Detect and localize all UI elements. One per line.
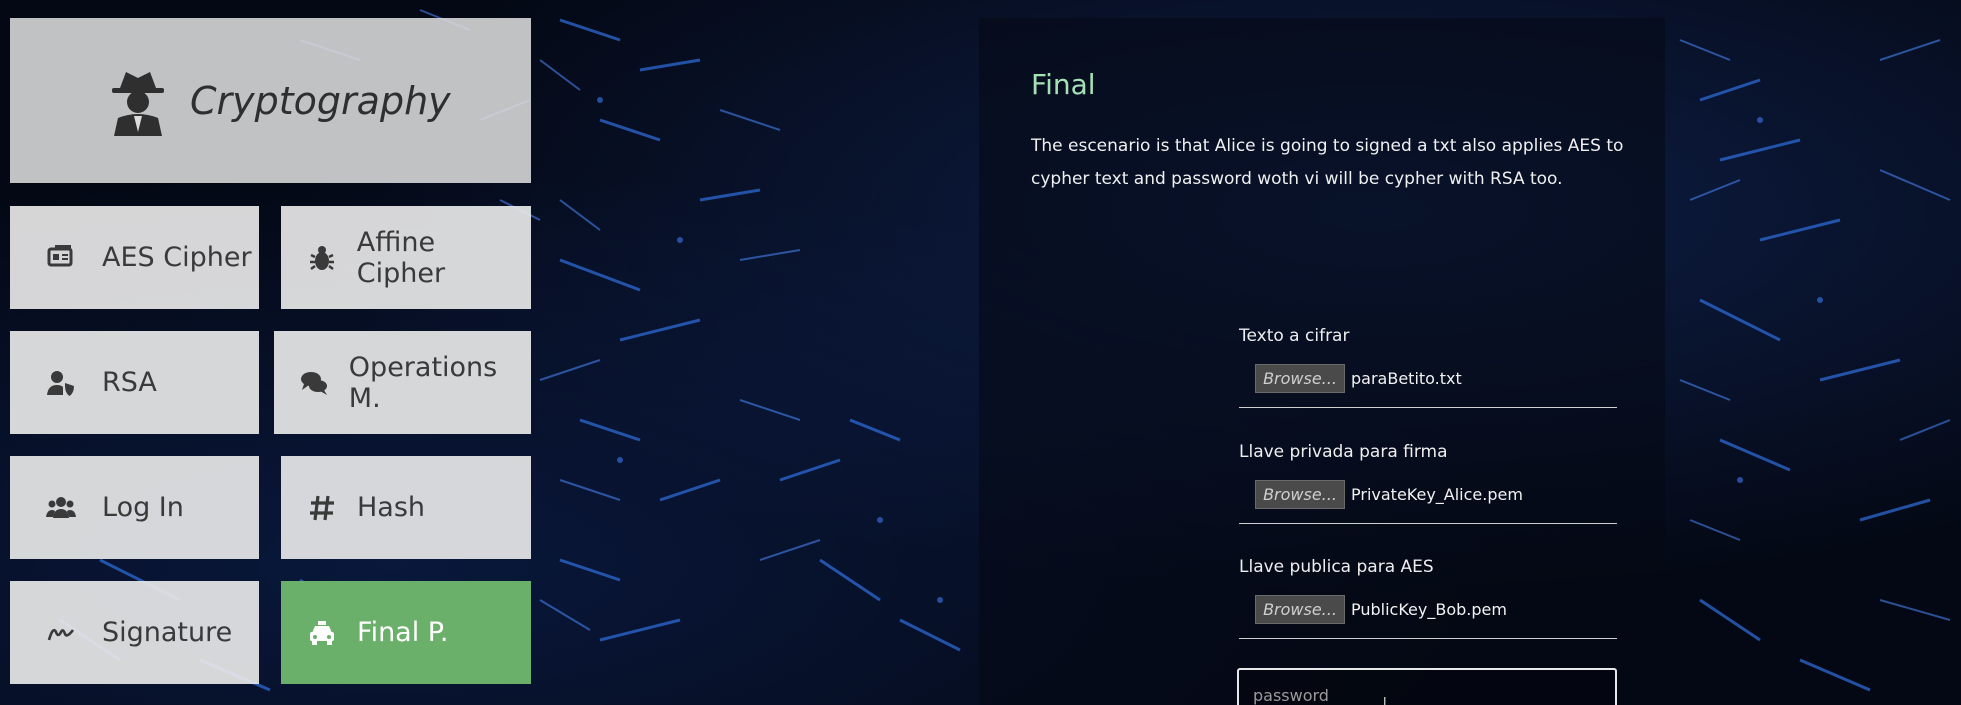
- browse-button[interactable]: Browse...: [1255, 595, 1345, 624]
- field-label: Llave publica para AES: [1239, 557, 1434, 577]
- menu-item-label: AES Cipher: [102, 242, 252, 273]
- menu-item-label: Operations M.: [348, 351, 498, 414]
- public-key-field: Llave publica para AES Browse... PublicK…: [1239, 557, 1617, 639]
- menu-item-label: Hash: [357, 492, 426, 523]
- selected-file-name: paraBetito.txt: [1351, 369, 1462, 388]
- app-title: Cryptography: [190, 78, 451, 123]
- taxi-icon: [305, 616, 339, 650]
- bug-icon: [305, 241, 339, 275]
- menu-item-log-in[interactable]: Log In: [10, 456, 259, 559]
- menu-item-label: Affine Cipher: [356, 226, 446, 289]
- field-divider: [1239, 638, 1617, 639]
- signature-icon: [44, 616, 78, 650]
- selected-file-name: PrivateKey_Alice.pem: [1351, 485, 1523, 504]
- menu-item-signature[interactable]: Signature: [10, 581, 259, 684]
- field-label: Llave privada para firma: [1239, 442, 1448, 462]
- app-header: Cryptography: [10, 18, 531, 183]
- file-input[interactable]: Browse... paraBetito.txt: [1255, 364, 1617, 393]
- menu-item-affine-cipher[interactable]: Affine Cipher: [281, 206, 531, 309]
- panel-description: The escenario is that Alice is going to …: [1031, 136, 1624, 189]
- panel-heading: Final: [1031, 68, 1096, 101]
- field-label: Texto a cifrar: [1239, 326, 1350, 346]
- menu-item-label: Log In: [102, 492, 184, 523]
- comments-icon: [298, 366, 331, 400]
- hashtag-icon: [305, 491, 339, 525]
- final-panel: Final The escenario is that Alice is goi…: [979, 18, 1665, 705]
- private-key-field: Llave privada para firma Browse... Priva…: [1239, 442, 1617, 524]
- text-cursor-icon: I: [1383, 695, 1387, 705]
- browse-button[interactable]: Browse...: [1255, 364, 1345, 393]
- file-input[interactable]: Browse... PrivateKey_Alice.pem: [1255, 480, 1617, 509]
- selected-file-name: PublicKey_Bob.pem: [1351, 600, 1507, 619]
- password-input[interactable]: [1237, 668, 1617, 705]
- users-icon: [44, 491, 78, 525]
- menu-item-operations-modes[interactable]: Operations M.: [274, 331, 531, 434]
- menu-item-label: RSA: [102, 367, 157, 398]
- menu-item-final-project[interactable]: Final P.: [281, 581, 531, 684]
- field-divider: [1239, 523, 1617, 524]
- field-divider: [1239, 407, 1617, 408]
- menu-item-hash[interactable]: Hash: [281, 456, 531, 559]
- id-card-icon: [44, 241, 78, 275]
- menu-item-label: Final P.: [357, 617, 449, 648]
- menu-item-rsa[interactable]: RSA: [10, 331, 259, 434]
- file-input[interactable]: Browse... PublicKey_Bob.pem: [1255, 595, 1617, 624]
- text-file-field: Texto a cifrar Browse... paraBetito.txt: [1239, 326, 1617, 408]
- user-shield-icon: [44, 366, 78, 400]
- browse-button[interactable]: Browse...: [1255, 480, 1345, 509]
- menu-item-label: Signature: [102, 617, 233, 648]
- spy-icon: [108, 66, 168, 136]
- menu-item-aes-cipher[interactable]: AES Cipher: [10, 206, 259, 309]
